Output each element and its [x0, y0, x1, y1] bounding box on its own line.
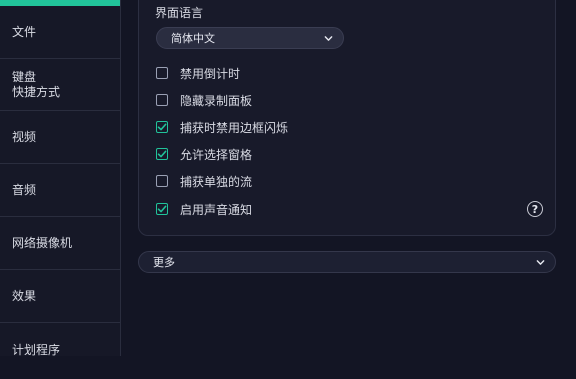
checkbox-enable-sound-notifications[interactable]	[156, 203, 168, 215]
sidebar-item-label: 视频	[12, 129, 37, 144]
chevron-down-icon	[536, 259, 545, 265]
checkbox-hide-recording-panel[interactable]	[156, 94, 168, 106]
option-label: 启用声音通知	[180, 202, 253, 217]
language-label: 界面语言	[155, 6, 204, 20]
sidebar-item-label: 文件	[12, 25, 37, 39]
language-select-value: 简体中文	[171, 32, 215, 45]
sidebar-item-label: 音频	[12, 182, 37, 197]
option-label: 隐藏录制面板	[180, 93, 253, 108]
sidebar: 文件 键盘 快捷方式 视频 音频 网络摄像机 效果 计划程序	[0, 0, 121, 357]
checkbox-capture-separate-streams[interactable]	[156, 175, 168, 187]
option-enable-sound-notifications: 启用声音通知	[156, 201, 252, 217]
sidebar-item-label: 网络摄像机	[12, 235, 73, 250]
sidebar-item-webcam[interactable]: 网络摄像机	[0, 217, 120, 270]
option-label: 禁用倒计时	[180, 66, 241, 81]
sidebar-item-keyboard-shortcuts[interactable]: 键盘 快捷方式	[0, 59, 120, 111]
option-allow-select-pane: 允许选择窗格	[156, 146, 252, 162]
option-disable-border-flash: 捕获时禁用边框闪烁	[156, 119, 288, 135]
sidebar-item-video[interactable]: 视频	[0, 111, 120, 164]
option-capture-separate-streams: 捕获单独的流	[156, 173, 252, 189]
option-label: 捕获时禁用边框闪烁	[180, 120, 289, 135]
option-disable-countdown: 禁用倒计时	[156, 65, 240, 81]
help-icon[interactable]: ?	[527, 201, 543, 217]
more-dropdown[interactable]: 更多	[138, 251, 556, 273]
chevron-down-icon	[324, 35, 333, 41]
sidebar-item-audio[interactable]: 音频	[0, 164, 120, 217]
option-label: 允许选择窗格	[180, 147, 253, 162]
checkmark-icon	[157, 150, 167, 158]
more-label: 更多	[153, 256, 175, 269]
sidebar-active-indicator	[0, 0, 120, 6]
sidebar-item-effects[interactable]: 效果	[0, 270, 120, 323]
option-label: 捕获单独的流	[180, 174, 253, 189]
checkbox-allow-select-pane[interactable]	[156, 148, 168, 160]
sidebar-item-label: 效果	[12, 288, 37, 303]
language-select[interactable]: 简体中文	[156, 27, 344, 49]
checkbox-disable-countdown[interactable]	[156, 67, 168, 79]
sidebar-item-files[interactable]: 文件	[0, 7, 120, 59]
sidebar-item-scheduler[interactable]: 计划程序	[0, 323, 120, 379]
option-hide-recording-panel: 隐藏录制面板	[156, 92, 252, 108]
sidebar-item-label: 键盘 快捷方式	[12, 69, 61, 99]
checkmark-icon	[157, 205, 167, 213]
checkbox-disable-border-flash[interactable]	[156, 121, 168, 133]
checkmark-icon	[157, 123, 167, 131]
